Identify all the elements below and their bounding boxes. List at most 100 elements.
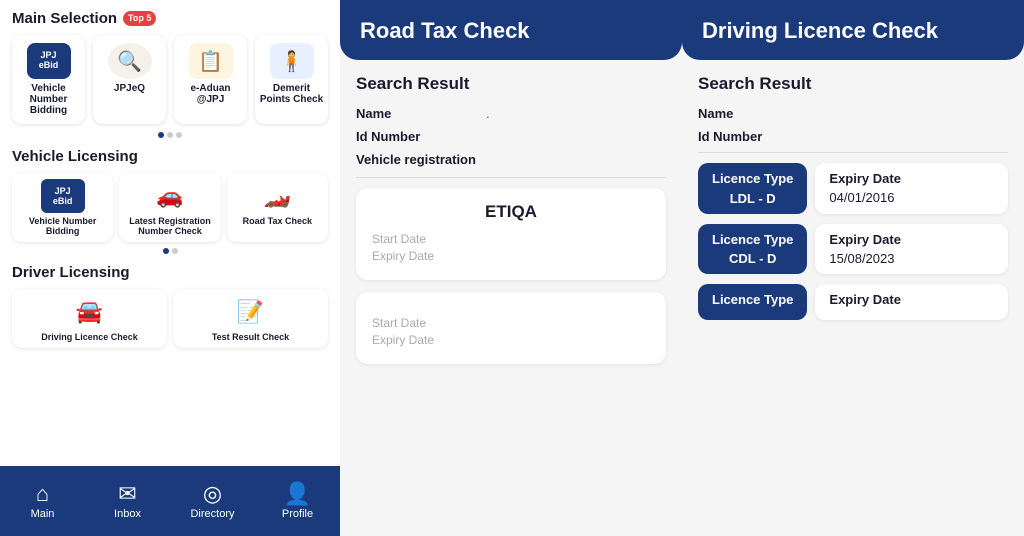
nav-main-label: Main [31,508,55,520]
top-badge: Top 5 [123,11,156,26]
vehicle-licensing-section: Vehicle Licensing JPJeBid Vehicle Number… [12,148,328,254]
licence-type-label-1: Licence Type [712,232,793,248]
lic-card-roadtax[interactable]: 🏎️ Road Tax Check [227,173,328,242]
result-divider [698,152,1008,153]
dot-1 [158,132,164,138]
lic-card-label-2: Road Tax Check [243,216,312,226]
lic-card-driving[interactable]: 🚘 Driving Licence Check [12,289,167,348]
expiry-box-1: Expiry Date 15/08/2023 [815,224,1008,275]
nav-profile[interactable]: 👤 Profile [255,483,340,520]
licence-card-0: Licence Type LDL - D Expiry Date 04/01/2… [698,163,1008,214]
driver-card-label-1: Test Result Check [212,332,289,342]
ebid-icon: JPJeBid [27,43,71,79]
inbox-icon: ✉ [118,483,136,505]
left-panel: Main Selection Top 5 JPJeBid Vehicle Num… [0,0,340,536]
nav-directory-label: Directory [190,508,234,520]
road-tax-header: Road Tax Check [340,0,682,60]
expiry-box-2: Expiry Date [815,284,1008,320]
divider-1 [356,177,666,178]
expiry-label-0: Expiry Date [829,171,901,186]
ebid-sm-icon: JPJeBid [41,179,85,213]
eaduan-icon: 📋 [189,43,233,79]
lic-card-label-0: Vehicle Number Bidding [17,216,108,236]
jpjeq-icon: 🔍 [108,43,152,79]
selection-card-ebid[interactable]: JPJeBid Vehicle Number Bidding [12,35,85,124]
nav-inbox-label: Inbox [114,508,141,520]
vehicle-licensing-title: Vehicle Licensing [12,148,328,165]
driving-licence-title: Driving Licence Check [702,18,938,43]
road-tax-vehicle-field: Vehicle registration [356,152,666,167]
card-label-0: Vehicle Number Bidding [16,83,81,116]
nav-inbox[interactable]: ✉ Inbox [85,483,170,520]
card-label-3: Demerit Points Check [259,83,324,105]
main-selection-label: Main Selection [12,10,117,27]
driver-licensing-title: Driver Licensing [12,264,328,281]
nav-directory[interactable]: ◎ Directory [170,483,255,520]
licence-card-1: Licence Type CDL - D Expiry Date 15/08/2… [698,224,1008,275]
test-icon: 📝 [229,295,273,329]
dot-indicator [12,132,328,138]
main-selection-title: Main Selection Top 5 [12,10,328,27]
selection-card-jpjeq[interactable]: 🔍 JPJeQ [93,35,166,124]
driver-licensing-grid: 🚘 Driving Licence Check 📝 Test Result Ch… [12,289,328,348]
profile-icon: 👤 [284,483,311,505]
driving-icon: 🚘 [68,295,112,329]
driving-licence-header: Driving Licence Check [682,0,1024,60]
selection-card-demerit[interactable]: 🧍 Demerit Points Check [255,35,328,124]
licence-card-2: Licence Type Expiry Date [698,284,1008,320]
nav-profile-label: Profile [282,508,313,520]
expiry-label-2: Expiry Date [829,292,901,307]
insurance-expiry-label-0: Expiry Date [372,249,650,263]
licence-type-label-2: Licence Type [712,292,793,308]
road-tax-name-label: Name [356,106,486,121]
expiry-value-0: 04/01/2016 [829,190,894,205]
lic-card-bidding[interactable]: JPJeBid Vehicle Number Bidding [12,173,113,242]
licence-type-value-1: CDL - D [729,251,776,266]
expiry-box-0: Expiry Date 04/01/2016 [815,163,1008,214]
card-label-2: e-Aduan @JPJ [178,83,243,105]
vdot-1 [163,248,169,254]
insurance-name-0: ETIQA [372,202,650,222]
licence-id-field: Id Number [698,129,1008,144]
licence-id-label: Id Number [698,129,828,144]
vdot-2 [172,248,178,254]
insurance-card-1: Start Date Expiry Date [356,292,666,364]
roadtax-icon: 🏎️ [255,179,299,213]
licence-name-label: Name [698,106,828,121]
selection-card-eaduan[interactable]: 📋 e-Aduan @JPJ [174,35,247,124]
driver-licensing-section: Driver Licensing 🚘 Driving Licence Check… [12,264,328,348]
licence-name-field: Name [698,106,1008,121]
licence-type-box-2: Licence Type [698,284,807,320]
licence-result-section: Search Result Name Id Number Licence Typ… [682,60,1024,536]
road-tax-body: Search Result Name . Id Number Vehicle r… [340,60,682,536]
lic-card-registration[interactable]: 🚗 Latest Registration Number Check [119,173,220,242]
road-tax-name-value: . [486,106,490,121]
dot-3 [176,132,182,138]
road-tax-title: Road Tax Check [360,18,530,43]
bottom-nav: ⌂ Main ✉ Inbox ◎ Directory 👤 Profile [0,466,340,536]
vehicle-dot-indicator [12,248,328,254]
road-tax-id-label: Id Number [356,129,486,144]
insurance-start-label-1: Start Date [372,316,650,330]
lic-card-test-result[interactable]: 📝 Test Result Check [173,289,328,348]
lic-card-label-1: Latest Registration Number Check [124,216,215,236]
insurance-start-label-0: Start Date [372,232,650,246]
licence-type-value-0: LDL - D [730,191,776,206]
middle-panel: Road Tax Check Search Result Name . Id N… [340,0,682,536]
vehicle-licensing-grid: JPJeBid Vehicle Number Bidding 🚗 Latest … [12,173,328,242]
driver-card-label-0: Driving Licence Check [41,332,138,342]
road-tax-name-field: Name . [356,106,666,121]
insurance-card-0: ETIQA Start Date Expiry Date [356,188,666,280]
expiry-value-1: 15/08/2023 [829,251,894,266]
card-label-1: JPJeQ [114,83,145,94]
car-icon: 🚗 [148,179,192,213]
nav-main[interactable]: ⌂ Main [0,483,85,520]
insurance-expiry-label-1: Expiry Date [372,333,650,347]
road-tax-id-field: Id Number [356,129,666,144]
directory-icon: ◎ [203,483,222,505]
licence-type-box-1: Licence Type CDL - D [698,224,807,275]
dot-2 [167,132,173,138]
road-tax-vehicle-label: Vehicle registration [356,152,486,167]
road-tax-search-result-title: Search Result [356,74,666,94]
demerit-icon: 🧍 [270,43,314,79]
